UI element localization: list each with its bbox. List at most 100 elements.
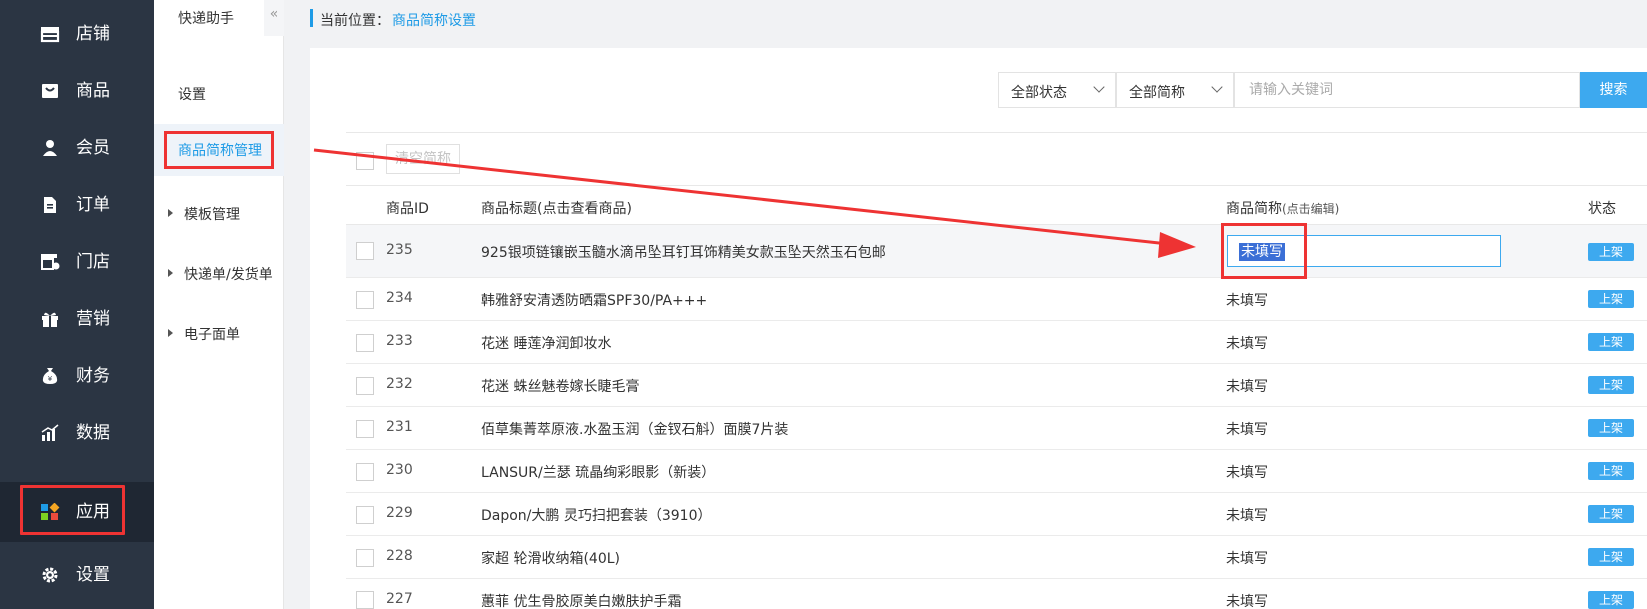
row-checkbox[interactable] [356, 377, 374, 395]
nav-item-marketing[interactable]: 营销 [0, 289, 154, 349]
sidebar-item-waybills[interactable]: 快递单/发货单 [154, 252, 284, 296]
status-badge: 上架 [1588, 591, 1634, 609]
status-badge: 上架 [1588, 333, 1634, 351]
divider [346, 185, 1647, 186]
row-id: 228 [386, 548, 413, 564]
search-button[interactable]: 搜索 [1580, 72, 1647, 108]
nav-item-members[interactable]: 会员 [0, 118, 154, 178]
breadcrumb-current[interactable]: 商品简称设置 [392, 10, 476, 30]
status-badge: 上架 [1588, 419, 1634, 437]
bar-chart-icon [40, 424, 60, 442]
row-id: 232 [386, 376, 413, 392]
row-id: 229 [386, 505, 413, 521]
row-abbr[interactable]: 未填写 [1226, 333, 1268, 353]
nav-item-label: 店铺 [76, 24, 110, 44]
secondary-sidebar: 快递助手 « 设置 商品简称管理 模板管理 快递单/发货单 电子面单 [154, 0, 284, 609]
row-checkbox[interactable] [356, 506, 374, 524]
status-filter-select[interactable]: 全部状态 [998, 72, 1116, 108]
table-row[interactable]: 228 家超 轮滑收纳箱(40L) 未填写 上架 [346, 536, 1647, 579]
column-header-status: 状态 [1588, 201, 1616, 217]
row-title-link[interactable]: 蕙菲 优生骨胶原美白嫩肤护手霜 [481, 591, 681, 609]
sidebar-title: 快递助手 [154, 0, 264, 36]
row-abbr[interactable]: 未填写 [1226, 462, 1268, 482]
svg-text:¥: ¥ [48, 375, 53, 383]
table-row[interactable]: 232 花迷 蛛丝魅卷嫁长睫毛膏 未填写 上架 [346, 364, 1647, 407]
nav-item-finance[interactable]: ¥ 财务 [0, 346, 154, 406]
row-abbr[interactable]: 未填写 [1226, 376, 1268, 396]
divider [346, 132, 1647, 133]
nav-item-label: 数据 [76, 423, 110, 443]
sidebar-item-label: 模板管理 [184, 207, 240, 223]
row-id: 230 [386, 462, 413, 478]
status-badge: 上架 [1588, 462, 1634, 480]
column-header-abbr: 商品简称(点击编辑) [1226, 198, 1339, 218]
column-header-abbr-main: 商品简称 [1226, 201, 1282, 217]
row-checkbox[interactable] [356, 291, 374, 309]
shop-settings-icon [40, 253, 60, 271]
row-title-link[interactable]: 925银项链镶嵌玉髓水滴吊坠耳钉耳饰精美女款玉坠天然玉石包邮 [481, 242, 886, 262]
main-nav: 店铺 商品 会员 订单 门店 营销 ¥ 财务 数据 应用 设置 [0, 0, 154, 609]
row-title-link[interactable]: LANSUR/兰瑟 琉晶绚彩眼影（新装） [481, 462, 715, 482]
table-row[interactable]: 233 花迷 睡莲净润卸妆水 未填写 上架 [346, 321, 1647, 364]
row-title-link[interactable]: 花迷 睡莲净润卸妆水 [481, 333, 611, 353]
table-row[interactable]: 234 韩雅舒安清透防晒霜SPF30/PA+++ 未填写 上架 [346, 278, 1647, 321]
breadcrumb: 当前位置： 商品简称设置 [284, 0, 1647, 36]
nav-item-label: 门店 [76, 252, 110, 272]
nav-item-apps[interactable]: 应用 [0, 482, 154, 542]
collapse-sidebar-button[interactable]: « [264, 0, 284, 36]
row-id: 235 [386, 242, 413, 258]
row-title-link[interactable]: Dapon/大鹏 灵巧扫把套装（3910） [481, 505, 711, 525]
column-header-title: 商品标题(点击查看商品) [481, 201, 632, 217]
row-abbr[interactable]: 未填写 [1226, 548, 1268, 568]
gift-icon [40, 310, 60, 328]
row-title-link[interactable]: 佰草集菁萃原液.水盈玉润（金钗石斛）面膜7片装 [481, 419, 788, 439]
row-id: 231 [386, 419, 413, 435]
apps-icon [40, 503, 60, 521]
table-row[interactable]: 229 Dapon/大鹏 灵巧扫把套装（3910） 未填写 上架 [346, 493, 1647, 536]
sidebar-item-abbr-management[interactable]: 商品简称管理 [154, 124, 284, 176]
row-checkbox[interactable] [356, 549, 374, 567]
status-badge: 上架 [1588, 505, 1634, 523]
table-row[interactable]: 231 佰草集菁萃原液.水盈玉润（金钗石斛）面膜7片装 未填写 上架 [346, 407, 1647, 450]
sidebar-item-templates[interactable]: 模板管理 [154, 192, 284, 236]
row-abbr[interactable]: 未填写 [1226, 419, 1268, 439]
row-title-link[interactable]: 韩雅舒安清透防晒霜SPF30/PA+++ [481, 290, 707, 310]
row-checkbox[interactable] [356, 334, 374, 352]
row-checkbox[interactable] [356, 591, 374, 609]
select-all-checkbox[interactable] [356, 152, 374, 170]
sidebar-item-settings[interactable]: 设置 [154, 72, 284, 116]
column-header-abbr-hint: (点击编辑) [1282, 202, 1340, 216]
nav-item-store[interactable]: 店铺 [0, 4, 154, 64]
nav-item-stores[interactable]: 门店 [0, 232, 154, 292]
row-checkbox[interactable] [356, 242, 374, 260]
abbr-filter-select[interactable]: 全部简称 [1116, 72, 1234, 108]
store-icon [40, 25, 60, 43]
clear-abbr-button[interactable]: 清空简称 [386, 144, 460, 174]
sidebar-title-text: 快递助手 [178, 11, 234, 27]
nav-item-settings[interactable]: 设置 [0, 545, 154, 605]
search-input[interactable]: 请输入关键词 [1234, 72, 1580, 108]
row-abbr[interactable]: 未填写 [1226, 505, 1268, 525]
nav-item-orders[interactable]: 订单 [0, 175, 154, 235]
row-abbr[interactable]: 未填写 [1226, 290, 1268, 310]
table-row[interactable]: 227 蕙菲 优生骨胶原美白嫩肤护手霜 未填写 上架 [346, 579, 1647, 609]
sidebar-item-e-waybill[interactable]: 电子面单 [154, 312, 284, 356]
nav-item-data[interactable]: 数据 [0, 403, 154, 463]
table-row[interactable]: 230 LANSUR/兰瑟 琉晶绚彩眼影（新装） 未填写 上架 [346, 450, 1647, 493]
row-checkbox[interactable] [356, 463, 374, 481]
status-badge: 上架 [1588, 290, 1634, 308]
row-id: 227 [386, 591, 413, 607]
caret-right-icon [168, 329, 173, 337]
status-filter-value: 全部状态 [1011, 85, 1067, 101]
row-title-link[interactable]: 花迷 蛛丝魅卷嫁长睫毛膏 [481, 376, 639, 396]
status-badge: 上架 [1588, 376, 1634, 394]
caret-right-icon [168, 209, 173, 217]
row-id: 233 [386, 333, 413, 349]
abbr-filter-value: 全部简称 [1129, 85, 1185, 101]
nav-item-goods[interactable]: 商品 [0, 61, 154, 121]
row-abbr[interactable]: 未填写 [1226, 591, 1268, 609]
row-checkbox[interactable] [356, 420, 374, 438]
annotation-highlight-box [1221, 223, 1307, 279]
nav-item-label: 订单 [76, 195, 110, 215]
row-title-link[interactable]: 家超 轮滑收纳箱(40L) [481, 548, 620, 568]
